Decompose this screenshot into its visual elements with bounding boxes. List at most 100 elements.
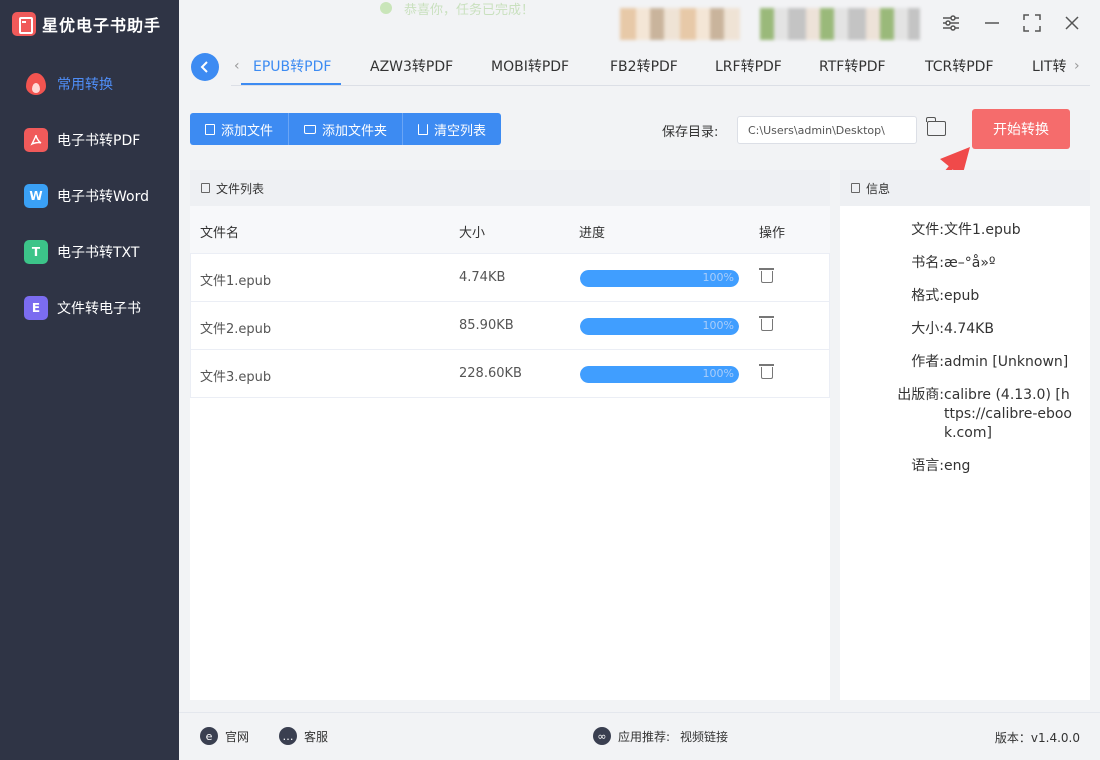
- sidebar-item-ebook-to-word[interactable]: W 电子书转Word: [0, 168, 179, 224]
- add-folder-button[interactable]: 添加文件夹: [289, 113, 404, 145]
- sidebar-item-label: 常用转换: [57, 77, 113, 93]
- toast-text: 恭喜你，任务已完成！: [404, 2, 535, 18]
- info-value: 文件1.epub: [944, 222, 1021, 238]
- add-folder-label: 添加文件夹: [322, 123, 388, 139]
- info-value: calibre (4.13.0) [https://calibre-ebook.…: [944, 387, 1072, 441]
- tab-lrf-to-pdf[interactable]: LRF转PDF: [715, 56, 782, 76]
- app-logo: 星优电子书助手: [12, 10, 161, 38]
- progress-bar: 100%: [580, 366, 739, 383]
- sidebar-item-ebook-to-txt[interactable]: T 电子书转TXT: [0, 224, 179, 280]
- info-value: æ–°å»º: [944, 255, 996, 271]
- progress-text: 100%: [702, 271, 734, 284]
- delete-trash-icon[interactable]: [759, 316, 774, 331]
- file-name: 文件2.epub: [200, 322, 272, 337]
- sidebar-item-label: 电子书转PDF: [57, 133, 141, 149]
- file-name: 文件1.epub: [200, 274, 272, 289]
- sidebar-item-ebook-to-pdf[interactable]: 电子书转PDF: [0, 112, 179, 168]
- website-link[interactable]: e 官网: [200, 727, 249, 745]
- file-action-group: 添加文件 添加文件夹 清空列表: [190, 113, 502, 145]
- tab-epub-to-pdf[interactable]: EPUB转PDF: [253, 56, 331, 76]
- info-value: epub: [944, 288, 980, 304]
- video-link[interactable]: 视频链接: [680, 728, 728, 745]
- sidebar-item-file-to-ebook[interactable]: E 文件转电子书: [0, 280, 179, 336]
- column-progress: 进度: [579, 226, 606, 241]
- sidebar-item-label: 文件转电子书: [57, 301, 141, 317]
- delete-trash-icon[interactable]: [759, 268, 774, 283]
- list-icon: [201, 183, 210, 193]
- table-row[interactable]: 文件2.epub 85.90KB 100%: [190, 302, 830, 350]
- info-value: eng: [944, 458, 971, 474]
- info-key: 格式:: [911, 288, 944, 304]
- clear-list-button[interactable]: 清空列表: [403, 113, 502, 145]
- check-circle-icon: [380, 2, 392, 14]
- tab-lit-to-pdf[interactable]: LIT转: [1032, 56, 1066, 76]
- tab-tcr-to-pdf[interactable]: TCR转PDF: [925, 56, 994, 76]
- globe-e-icon: e: [200, 727, 218, 745]
- minimize-icon[interactable]: [981, 12, 1003, 34]
- table-row[interactable]: 文件1.epub 4.74KB 100%: [190, 254, 830, 302]
- close-icon[interactable]: [1061, 12, 1083, 34]
- settings-sliders-icon[interactable]: [940, 12, 962, 34]
- website-label: 官网: [225, 729, 250, 744]
- maximize-icon[interactable]: [1021, 12, 1043, 34]
- add-file-button[interactable]: 添加文件: [190, 113, 290, 145]
- chevron-left-icon[interactable]: ‹: [234, 58, 240, 74]
- table-header: 文件名 大小 进度 操作: [190, 206, 830, 254]
- app-recommend[interactable]: ∞ 应用推荐: 视频链接: [593, 727, 728, 745]
- info-key: 出版商:: [897, 387, 944, 403]
- info-panel: 信息 文件: 文件1.epub 书名: æ–°å»º 格式: epub 大小: …: [840, 170, 1090, 700]
- app-title: 星优电子书助手: [42, 16, 162, 35]
- tab-mobi-to-pdf[interactable]: MOBI转PDF: [491, 56, 569, 76]
- sidebar-item-label: 电子书转Word: [57, 189, 149, 205]
- file-list-title: 文件列表: [216, 181, 265, 196]
- column-name: 文件名: [200, 226, 240, 241]
- add-file-label: 添加文件: [221, 123, 274, 139]
- progress-text: 100%: [702, 367, 734, 380]
- tab-azw3-to-pdf[interactable]: AZW3转PDF: [370, 56, 453, 76]
- info-key: 大小:: [911, 321, 944, 337]
- word-icon: W: [24, 184, 48, 208]
- info-icon: [851, 183, 860, 193]
- ebook-icon: E: [24, 296, 48, 320]
- ebook-logo-icon: [12, 12, 36, 36]
- chevron-right-icon[interactable]: ›: [1074, 58, 1080, 74]
- txt-icon: T: [24, 240, 48, 264]
- file-icon: [205, 123, 215, 135]
- column-size: 大小: [459, 226, 486, 241]
- tab-rtf-to-pdf[interactable]: RTF转PDF: [819, 56, 886, 76]
- info-key: 书名:: [911, 255, 944, 271]
- service-label: 客服: [304, 729, 329, 744]
- sidebar-item-label: 电子书转TXT: [57, 245, 140, 261]
- active-tab-indicator: [241, 83, 341, 85]
- customer-service-link[interactable]: … 客服: [279, 727, 328, 745]
- recommend-label: 应用推荐:: [618, 729, 671, 744]
- blurred-account-info: [760, 8, 920, 40]
- open-folder-icon[interactable]: [926, 117, 946, 136]
- progress-bar: 100%: [580, 270, 739, 287]
- file-list-panel: 文件列表 文件名 大小 进度 操作 文件1.epub 4.74KB 100% 文…: [190, 170, 830, 700]
- progress-text: 100%: [702, 319, 734, 332]
- table-row[interactable]: 文件3.epub 228.60KB 100%: [190, 350, 830, 398]
- info-value: admin [Unknown]: [944, 354, 1069, 370]
- link-icon: ∞: [593, 727, 611, 745]
- progress-bar: 100%: [580, 318, 739, 335]
- folder-icon: [304, 124, 317, 134]
- chat-bubble-icon: …: [279, 727, 297, 745]
- save-directory-label: 保存目录:: [662, 125, 719, 140]
- info-key: 作者:: [911, 354, 944, 370]
- start-convert-button[interactable]: 开始转换: [972, 109, 1070, 149]
- footer: e 官网 … 客服 ∞ 应用推荐: 视频链接 版本：v1.4.0.0: [179, 712, 1100, 760]
- tab-fb2-to-pdf[interactable]: FB2转PDF: [610, 56, 678, 76]
- blurred-user-info: [620, 8, 740, 40]
- back-button[interactable]: [191, 53, 219, 81]
- version-text: 版本：v1.4.0.0: [994, 731, 1080, 745]
- trash-icon: [418, 123, 429, 135]
- success-toast: 恭喜你，任务已完成！: [380, 0, 535, 18]
- sidebar-item-common[interactable]: 常用转换: [0, 56, 179, 112]
- column-action: 操作: [759, 226, 786, 241]
- file-name: 文件3.epub: [200, 370, 272, 385]
- file-size: 85.90KB: [459, 318, 514, 333]
- save-directory-input[interactable]: [737, 116, 917, 144]
- delete-trash-icon[interactable]: [759, 364, 774, 379]
- clear-list-label: 清空列表: [434, 123, 487, 139]
